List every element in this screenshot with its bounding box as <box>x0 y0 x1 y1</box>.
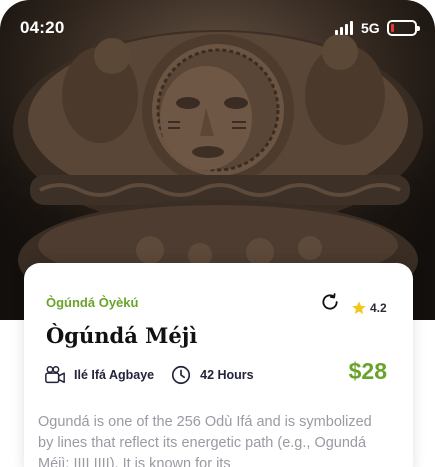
battery-level <box>391 24 394 32</box>
battery-icon <box>387 20 420 36</box>
page-title: Ògúndá Méjì <box>46 323 198 348</box>
star-icon <box>352 301 366 314</box>
location-item: Ilé Ifá Agbaye <box>44 364 154 386</box>
price: $28 <box>348 358 387 384</box>
location-label: Ilé Ifá Agbaye <box>74 368 155 382</box>
category-label: Ògúndá Òyèkú <box>46 295 139 310</box>
description: Ogundá is one of the 256 Odù Ifá and is … <box>38 414 372 467</box>
meta-row: Ilé Ifá Agbaye 42 Hours <box>44 364 270 386</box>
duration-item: 42 Hours <box>170 364 254 386</box>
network-type: 5G <box>361 20 380 36</box>
status-time: 04:20 <box>20 18 65 37</box>
refresh-icon[interactable] <box>320 292 340 312</box>
rating: 4.2 <box>351 300 387 316</box>
signal-icon <box>335 21 355 35</box>
duration-label: 42 Hours <box>200 368 254 382</box>
clock-icon <box>172 365 191 385</box>
screen: 04:20 5G Ògúndá Òyèkú 4.2 Ògúndá Méjì Il… <box>0 0 435 467</box>
rating-value: 4.2 <box>370 301 387 315</box>
detail-card: Ògúndá Òyèkú 4.2 Ògúndá Méjì Ilé Ifá Agb… <box>24 263 413 467</box>
video-camera-icon <box>45 366 65 384</box>
status-bar: 04:20 5G <box>0 0 435 54</box>
